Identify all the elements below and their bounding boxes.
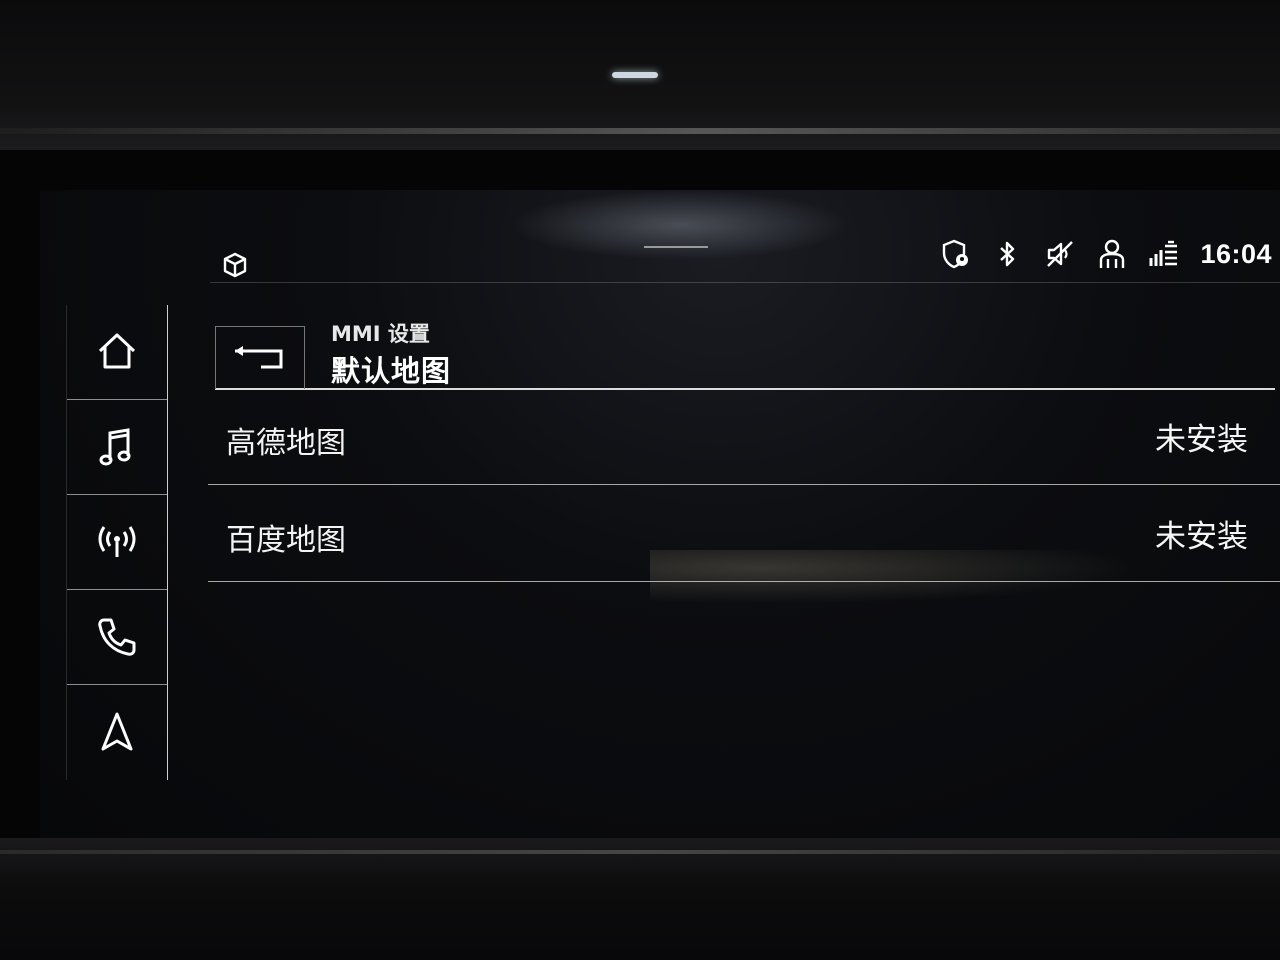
page-header: MMI 设置 默认地图 bbox=[215, 290, 1275, 390]
screen-reflection bbox=[650, 550, 1210, 610]
indicator-light bbox=[612, 72, 658, 78]
dashboard-bezel-top bbox=[0, 0, 1280, 150]
user-profile-icon bbox=[1100, 239, 1125, 268]
list-item-amap[interactable]: 高德地图 未安装 bbox=[208, 388, 1280, 485]
radio-antenna-icon bbox=[98, 526, 136, 557]
nav-item-radio[interactable] bbox=[67, 495, 167, 590]
clock: 16:04 bbox=[1200, 238, 1272, 269]
page-title: 默认地图 bbox=[331, 354, 452, 388]
connectivity-icon bbox=[1149, 240, 1178, 266]
list-item-label: 高德地图 bbox=[226, 426, 346, 461]
breadcrumb[interactable]: MMI 设置 bbox=[331, 318, 430, 348]
bezel-trim bbox=[0, 128, 1280, 134]
nav-item-home[interactable] bbox=[67, 305, 167, 400]
status-divider bbox=[210, 282, 1280, 283]
dashboard-bezel-bottom bbox=[0, 838, 1280, 960]
status-bar: 16:04 bbox=[210, 230, 1280, 280]
infotainment-screen: 16:04 MMI 设置 默认地图 高德地图 未安装 百度地图 未安装 bbox=[40, 190, 1280, 838]
muted-speaker-icon bbox=[1047, 241, 1074, 267]
status-icons: 16:04 bbox=[940, 234, 1272, 274]
music-note-icon bbox=[99, 428, 131, 466]
side-nav bbox=[66, 305, 168, 780]
bezel-trim bbox=[0, 850, 1280, 854]
list-item-label: 百度地图 bbox=[226, 523, 346, 558]
bluetooth-icon bbox=[1000, 241, 1015, 267]
install-status: 未安装 bbox=[1155, 422, 1248, 458]
location-alert-icon bbox=[943, 239, 969, 269]
back-button[interactable] bbox=[215, 326, 305, 389]
phone-icon bbox=[98, 618, 136, 656]
pull-down-handle[interactable] bbox=[644, 246, 708, 248]
nav-item-phone[interactable] bbox=[67, 590, 167, 685]
back-arrow-icon bbox=[235, 346, 283, 369]
nav-item-navigation[interactable] bbox=[67, 685, 167, 779]
nav-item-media[interactable] bbox=[67, 400, 167, 495]
cube-icon[interactable] bbox=[222, 252, 248, 278]
navigation-arrow-icon bbox=[101, 712, 133, 751]
home-icon bbox=[98, 333, 136, 369]
